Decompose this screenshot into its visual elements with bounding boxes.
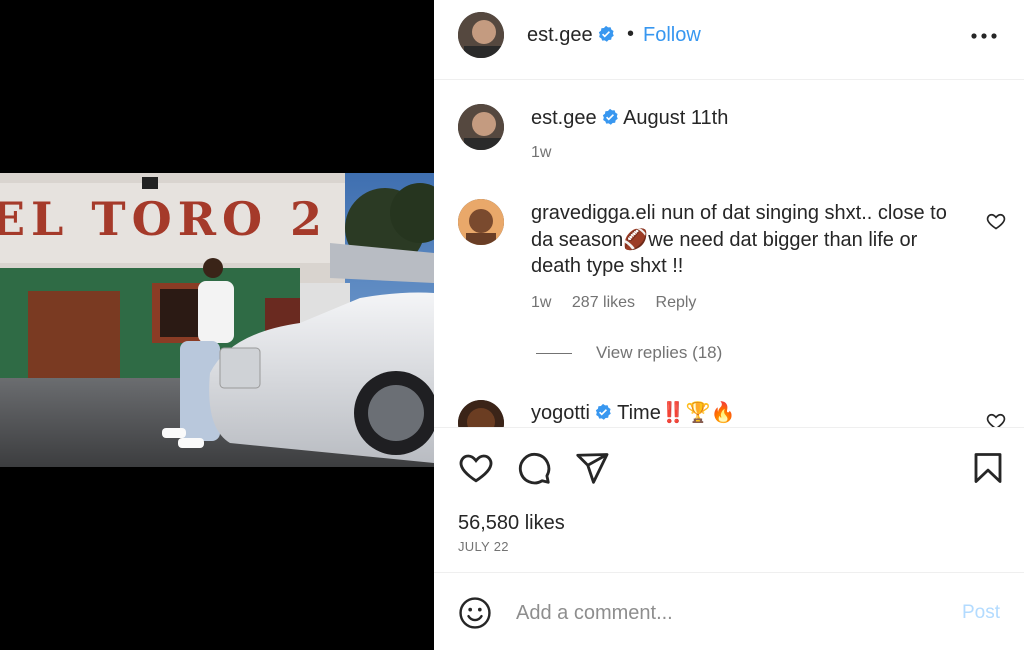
caption-text: est.gee August 11th [531,105,728,132]
verified-badge-icon [602,108,618,125]
post-details-panel: est.gee • Follow est.gee August 11th 1w [434,0,1024,650]
author-avatar[interactable] [458,12,504,58]
like-comment-heart-icon[interactable] [986,211,1006,231]
comment-avatar[interactable] [458,400,504,427]
post-date: JULY 22 [458,539,509,554]
replies-divider [536,353,572,355]
post-actions: 56,580 likes JULY 22 [434,427,1024,573]
post-media-panel: EL TORO 2 [0,0,434,650]
post-comment-button[interactable]: Post [962,602,1000,624]
comment-meta: 1w 287 likes Reply [531,294,712,312]
reply-button[interactable]: Reply [656,294,697,311]
comment-bubble-icon[interactable] [516,450,552,486]
save-bookmark-icon[interactable] [970,450,1006,486]
caption-username[interactable]: est.gee [531,107,597,129]
comment-avatar[interactable] [458,199,504,245]
caption-avatar[interactable] [458,104,504,150]
comment-likes[interactable]: 287 likes [572,294,635,311]
author-username[interactable]: est.gee [527,24,615,47]
verified-badge-icon [598,25,614,42]
share-send-icon[interactable] [574,450,610,486]
separator-dot: • [627,23,635,45]
add-comment-input[interactable] [516,600,936,626]
comment-line-2: da season🏈we need dat bigger than life o… [531,228,918,251]
comment-username[interactable]: yogotti [531,402,590,424]
post-header: est.gee • Follow [434,0,1024,80]
comment-line-3: death type shxt !! [531,255,684,277]
comment-line-1: nun of dat singing shxt.. close to [661,202,947,224]
comment-text: gravedigga.eli nun of dat singing shxt..… [531,200,947,280]
caption-body: August 11th [623,107,729,129]
post-likes-count[interactable]: 56,580 likes [458,512,565,535]
emoji-picker-icon[interactable] [458,596,492,630]
caption-age: 1w [531,144,552,161]
view-replies-label[interactable]: View replies (18) [596,343,722,362]
svg-text:EL TORO 2: EL TORO 2 [0,192,328,246]
like-comment-heart-icon[interactable] [986,411,1006,427]
comment-age: 1w [531,294,552,311]
more-options-icon[interactable] [970,26,998,46]
view-replies-button[interactable]: View replies (18) [536,343,722,363]
like-heart-icon[interactable] [458,450,494,486]
comments-list[interactable]: est.gee August 11th 1w gravedigga.eli nu… [434,81,1024,427]
caption-meta: 1w [531,144,567,162]
verified-badge-icon [595,403,611,420]
comment-composer: Post [434,574,1024,650]
comment-text: yogotti Time‼️🏆🔥 [531,400,736,427]
comment-username[interactable]: gravedigga.eli [531,202,656,224]
post-photo[interactable]: EL TORO 2 [0,173,434,467]
author-username-text[interactable]: est.gee [527,24,593,46]
follow-button[interactable]: Follow [643,24,701,47]
comment-body: Time‼️🏆🔥 [617,402,736,424]
